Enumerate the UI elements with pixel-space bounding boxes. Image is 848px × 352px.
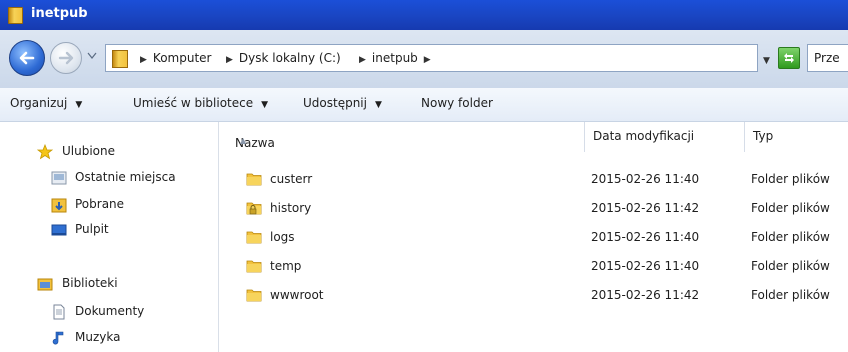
- recent-places-icon: [51, 171, 67, 185]
- breadcrumb-drive[interactable]: ▶ Dysk lokalny (C:): [226, 51, 341, 65]
- arrow-right-icon: [58, 51, 74, 65]
- nav-item-label: Muzyka: [75, 330, 121, 344]
- nav-desktop[interactable]: Pulpit: [0, 220, 218, 240]
- recent-pages-dropdown[interactable]: [87, 52, 97, 60]
- nav-libraries[interactable]: Biblioteki: [0, 274, 218, 294]
- new-folder-button[interactable]: Nowy folder: [421, 96, 493, 110]
- search-input[interactable]: Prze: [807, 44, 848, 72]
- documents-icon: [53, 304, 65, 320]
- star-icon: [37, 144, 53, 160]
- chevron-down-icon: ▼: [261, 100, 269, 110]
- file-date: 2015-02-26 11:40: [591, 172, 700, 186]
- nav-recent-places[interactable]: Ostatnie miejsca: [0, 168, 218, 188]
- nav-item-label: Dokumenty: [75, 304, 145, 318]
- breadcrumb-label: inetpub: [371, 51, 418, 65]
- forward-button[interactable]: [50, 42, 82, 74]
- file-name: logs: [270, 230, 295, 244]
- file-name: wwwroot: [270, 288, 324, 302]
- folder-icon: [8, 7, 23, 24]
- sort-ascending-icon: ▲: [240, 136, 247, 145]
- arrow-left-icon: [19, 51, 35, 65]
- file-name: history: [270, 201, 312, 215]
- column-date-label: Data modyfikacji: [593, 129, 695, 143]
- file-row-wwwroot[interactable]: wwwroot 2015-02-26 11:42 Folder plików: [219, 285, 848, 307]
- include-in-library-button[interactable]: Umieść w bibliotece ▼: [133, 96, 268, 110]
- folder-icon: [112, 50, 128, 68]
- file-type: Folder plików: [751, 201, 830, 215]
- nav-downloads[interactable]: Pobrane: [0, 195, 218, 215]
- file-name: temp: [270, 259, 302, 273]
- refresh-icon: [784, 53, 794, 63]
- window-title: inetpub: [31, 6, 88, 21]
- locked-folder-icon: [246, 202, 262, 215]
- folder-icon: [246, 260, 262, 273]
- file-row-history[interactable]: history 2015-02-26 11:42 Folder plików: [219, 198, 848, 220]
- file-row-custerr[interactable]: custerr 2015-02-26 11:40 Folder plików: [219, 169, 848, 191]
- downloads-folder-icon: [51, 198, 67, 213]
- music-icon: [52, 331, 64, 345]
- folder-icon: [246, 289, 262, 302]
- organize-button[interactable]: Organizuj ▼: [10, 96, 82, 110]
- organize-label: Organizuj: [10, 96, 68, 110]
- breadcrumb-computer[interactable]: ▶ Komputer: [140, 51, 211, 65]
- file-date: 2015-02-26 11:40: [591, 230, 700, 244]
- nav-music[interactable]: Muzyka: [0, 328, 218, 348]
- refresh-button[interactable]: [778, 47, 800, 69]
- file-type: Folder plików: [751, 259, 830, 273]
- breadcrumb-label: Dysk lokalny (C:): [238, 51, 341, 65]
- nav-documents[interactable]: Dokumenty: [0, 302, 218, 322]
- column-header-type[interactable]: Typ: [745, 122, 848, 152]
- command-bar: Organizuj ▼ Umieść w bibliotece ▼ Udostępn…: [0, 88, 848, 122]
- chevron-down-icon: ▼: [374, 100, 382, 110]
- breadcrumb-label: Komputer: [152, 51, 212, 65]
- file-row-temp[interactable]: temp 2015-02-26 11:40 Folder plików: [219, 256, 848, 278]
- chevron-down-icon: ▼: [75, 100, 83, 110]
- address-bar[interactable]: ▶ Komputer ▶ Dysk lokalny (C:) ▶ inetpub ▶: [105, 44, 758, 72]
- back-button[interactable]: [9, 40, 45, 76]
- file-type: Folder plików: [751, 172, 830, 186]
- file-row-logs[interactable]: logs 2015-02-26 11:40 Folder plików: [219, 227, 848, 249]
- column-header-name[interactable]: Nazwa ▲: [219, 122, 585, 152]
- include-in-library-label: Umieść w bibliotece: [133, 96, 254, 110]
- nav-libraries-label: Biblioteki: [62, 276, 118, 290]
- nav-item-label: Pobrane: [75, 197, 125, 211]
- column-header-date[interactable]: Data modyfikacji: [585, 122, 745, 152]
- share-label: Udostępnij: [303, 96, 367, 110]
- nav-favorites[interactable]: Ulubione: [0, 142, 218, 162]
- file-name: custerr: [270, 172, 313, 186]
- libraries-icon: [37, 278, 53, 291]
- search-placeholder: Prze: [814, 51, 840, 65]
- title-bar[interactable]: inetpub: [0, 0, 848, 30]
- nav-item-label: Ostatnie miejsca: [75, 170, 176, 184]
- navigation-pane: Ulubione Ostatnie miejsca Pobrane Pulpit…: [0, 122, 219, 352]
- file-date: 2015-02-26 11:42: [591, 288, 700, 302]
- folder-icon: [246, 173, 262, 186]
- share-button[interactable]: Udostępnij ▼: [303, 96, 382, 110]
- file-date: 2015-02-26 11:42: [591, 201, 700, 215]
- nav-item-label: Pulpit: [75, 222, 109, 236]
- breadcrumb-inetpub[interactable]: ▶ inetpub ▶: [359, 51, 437, 65]
- address-area: ▶ Komputer ▶ Dysk lokalny (C:) ▶ inetpub ▶ ▼…: [0, 30, 848, 89]
- column-headers: Nazwa ▲ Data modyfikacji Typ: [219, 122, 848, 152]
- folder-icon: [246, 231, 262, 244]
- desktop-icon: [51, 224, 67, 236]
- file-type: Folder plików: [751, 288, 830, 302]
- file-date: 2015-02-26 11:40: [591, 259, 700, 273]
- file-type: Folder plików: [751, 230, 830, 244]
- address-dropdown[interactable]: ▼: [763, 56, 770, 66]
- column-type-label: Typ: [753, 129, 774, 143]
- nav-favorites-label: Ulubione: [62, 144, 116, 158]
